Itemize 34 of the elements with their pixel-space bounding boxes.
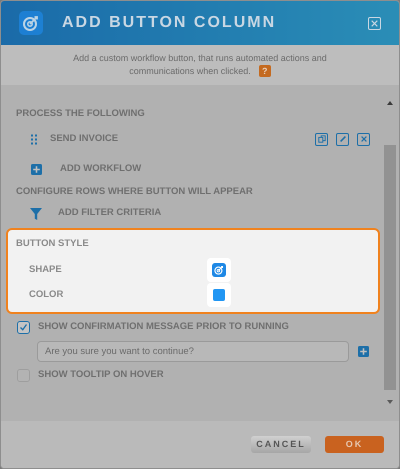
check-icon	[19, 323, 28, 332]
help-badge[interactable]: ?	[258, 65, 271, 77]
workflow-name: SEND INVOICE	[50, 132, 118, 146]
color-picker[interactable]	[207, 282, 231, 307]
color-label: COLOR	[29, 288, 64, 302]
section-heading: PROCESS THE FOLLOWING	[16, 107, 146, 121]
add-workflow-link[interactable]: ADD WORKFLOW	[60, 162, 142, 176]
scrollbar-thumb[interactable]	[384, 145, 396, 390]
checkbox-label: SHOW TOOLTIP ON HOVER	[38, 368, 164, 382]
close-icon[interactable]	[357, 132, 370, 146]
description: Add a custom workflow button, that runs automated actions and communications when clicked. ?	[72, 52, 328, 79]
section-heading: CONFIGURE ROWS WHERE BUTTON WILL APPEAR	[16, 185, 254, 200]
filter-icon[interactable]	[30, 208, 42, 220]
target-icon	[212, 262, 226, 277]
message-field[interactable]: Are you sure you want to continue?	[37, 340, 349, 362]
plus-icon[interactable]	[31, 164, 42, 175]
drag-handle-icon[interactable]	[31, 134, 37, 145]
copy-icon[interactable]	[315, 132, 328, 146]
pencil-icon[interactable]	[336, 132, 349, 146]
plus-icon[interactable]	[358, 346, 369, 356]
shape-picker[interactable]	[207, 258, 231, 282]
cancel-button[interactable]: CANCEL	[251, 436, 311, 453]
close-icon	[371, 20, 378, 26]
checkbox[interactable]	[17, 321, 30, 334]
shape-label: SHAPE	[29, 262, 63, 277]
close-button[interactable]	[368, 16, 381, 30]
window-title: ADD BUTTON COLUMN	[62, 13, 276, 33]
ok-button[interactable]: OK	[325, 436, 384, 453]
checkbox-label: SHOW CONFIRMATION MESSAGE PRIOR TO RUNNING	[38, 320, 289, 334]
add-filter-link[interactable]: ADD FILTER CRITERIA	[58, 206, 162, 221]
scroll-up-icon[interactable]	[387, 101, 393, 105]
scroll-down-icon[interactable]	[387, 400, 393, 404]
target-icon	[19, 11, 43, 35]
section-heading: BUTTON STYLE	[16, 236, 90, 250]
